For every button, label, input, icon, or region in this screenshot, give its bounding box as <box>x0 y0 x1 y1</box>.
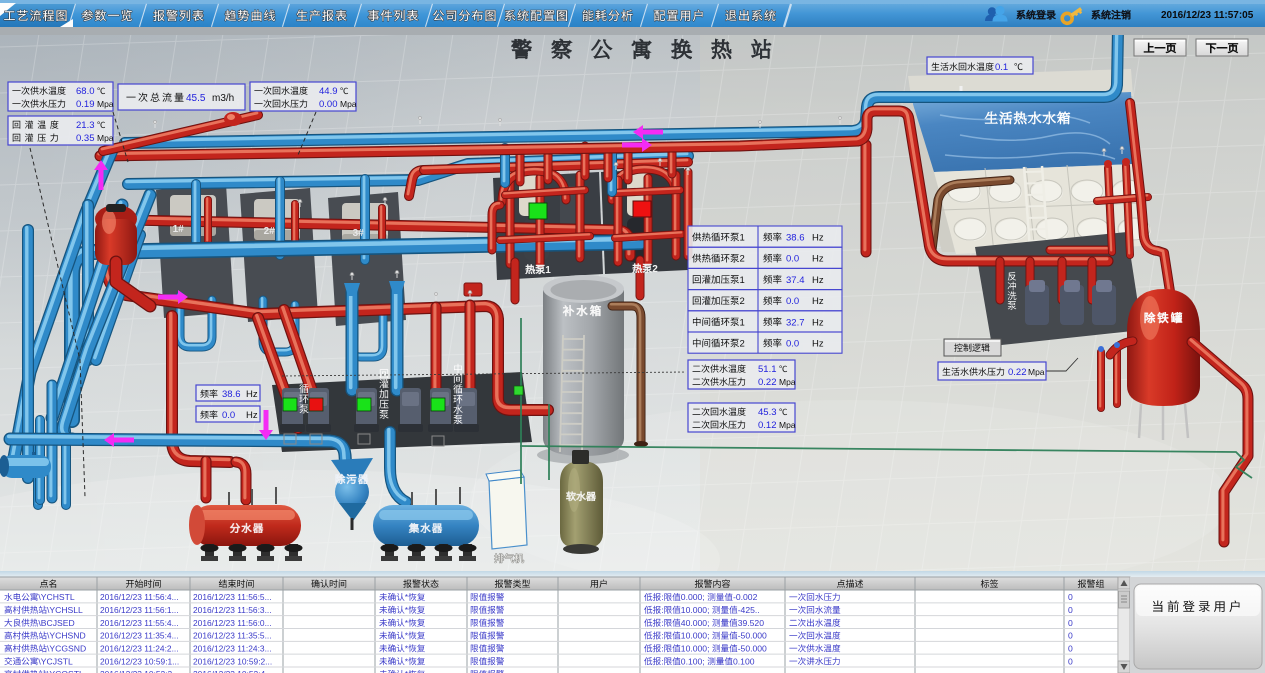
svg-text::: : <box>661 605 663 615</box>
svg-text:1#: 1# <box>173 224 185 235</box>
svg-text:0.19: 0.19 <box>76 99 95 110</box>
svg-text::: : <box>661 656 663 666</box>
svg-text:21.3: 21.3 <box>76 120 95 131</box>
svg-text:45.3: 45.3 <box>758 407 777 418</box>
svg-text::: : <box>661 592 663 602</box>
svg-text:Hz: Hz <box>812 296 824 307</box>
svg-text::: : <box>661 618 663 628</box>
svg-text:2016/12/23 11:56:0...: 2016/12/23 11:56:0... <box>193 618 272 628</box>
svg-text:-425..: -425.. <box>738 605 760 615</box>
svg-text:2016/12/23 11:35:4...: 2016/12/23 11:35:4... <box>100 631 179 641</box>
svg-text:Hz: Hz <box>812 275 824 286</box>
svg-text:Mpa: Mpa <box>779 420 796 430</box>
svg-text:1: 1 <box>740 317 745 328</box>
svg-text:0: 0 <box>1068 592 1073 602</box>
svg-text:1: 1 <box>740 233 745 244</box>
svg-text:Mpa: Mpa <box>97 99 114 109</box>
svg-text:2: 2 <box>652 264 658 275</box>
svg-text:Hz: Hz <box>246 410 258 421</box>
svg-text:Mpa: Mpa <box>340 99 357 109</box>
svg-text:2: 2 <box>740 339 745 350</box>
svg-text:2016/12/23 11:56:1...: 2016/12/23 11:56:1... <box>100 605 179 615</box>
svg-text:Mpa: Mpa <box>779 377 796 387</box>
svg-text:2016/12/23 11:55:4...: 2016/12/23 11:55:4... <box>100 618 179 628</box>
svg-text:32.7: 32.7 <box>786 317 805 328</box>
svg-text:2016/12/23 11:24:3...: 2016/12/23 11:24:3... <box>193 644 272 654</box>
svg-text:-50.000: -50.000 <box>738 631 767 641</box>
svg-text:2016/12/23 10:59:1...: 2016/12/23 10:59:1... <box>100 656 179 666</box>
svg-text:0: 0 <box>1068 631 1073 641</box>
svg-text:38.6: 38.6 <box>786 233 805 244</box>
svg-text::: : <box>661 644 663 654</box>
svg-text:1: 1 <box>740 275 745 286</box>
svg-text:Hz: Hz <box>812 317 824 328</box>
svg-text:0.00: 0.00 <box>319 99 338 110</box>
svg-text:\YCGSND: \YCGSND <box>47 644 86 654</box>
svg-text:2016/12/23 11:56:5...: 2016/12/23 11:56:5... <box>193 592 272 602</box>
svg-text:38.6: 38.6 <box>222 389 241 400</box>
svg-text:2016/12/23 10:59:2...: 2016/12/23 10:59:2... <box>193 656 272 666</box>
svg-text:10.000;: 10.000; <box>681 644 710 654</box>
svg-text:0.0: 0.0 <box>786 254 799 265</box>
svg-text:3#: 3# <box>353 228 365 239</box>
svg-text:2016/12/23 10:52:3...: 2016/12/23 10:52:3... <box>100 669 179 673</box>
svg-text:2016/12/23 11:56:4...: 2016/12/23 11:56:4... <box>100 592 179 602</box>
svg-text:0.22: 0.22 <box>758 377 777 388</box>
svg-text:0.1: 0.1 <box>995 62 1008 73</box>
svg-text:0: 0 <box>1068 618 1073 628</box>
svg-text:68.0: 68.0 <box>76 86 95 97</box>
svg-text:\YCHSND: \YCHSND <box>47 631 86 641</box>
svg-text:Hz: Hz <box>812 233 824 244</box>
svg-text:0.100;: 0.100; <box>681 656 705 666</box>
svg-text:45.5: 45.5 <box>186 93 206 104</box>
svg-text:0: 0 <box>1068 656 1073 666</box>
svg-text:0: 0 <box>1068 605 1073 615</box>
svg-text:0.0: 0.0 <box>786 296 799 307</box>
svg-text:0.100: 0.100 <box>733 656 755 666</box>
svg-text:0.35: 0.35 <box>76 133 95 144</box>
svg-text:10.000;: 10.000; <box>681 605 710 615</box>
svg-text:\YCOSTL: \YCOSTL <box>47 669 84 673</box>
svg-text:Hz: Hz <box>812 254 824 265</box>
svg-text:2: 2 <box>740 254 745 265</box>
svg-text:\YCHSTL: \YCHSTL <box>38 592 75 602</box>
svg-text:Mpa: Mpa <box>1028 367 1045 377</box>
svg-text:-0.002: -0.002 <box>733 592 758 602</box>
svg-text:40.000;: 40.000; <box>681 618 710 628</box>
svg-text:0.22: 0.22 <box>1008 367 1027 378</box>
svg-text:2#: 2# <box>264 226 276 237</box>
svg-text:Hz: Hz <box>812 339 824 350</box>
svg-text:51.1: 51.1 <box>758 364 777 375</box>
svg-text:2016/12/23 11:57:05: 2016/12/23 11:57:05 <box>1161 10 1254 21</box>
svg-text:1: 1 <box>545 265 551 276</box>
svg-text:44.9: 44.9 <box>319 86 338 97</box>
svg-text:2016/12/23 10:52:4...: 2016/12/23 10:52:4... <box>193 669 272 673</box>
svg-text:0.12: 0.12 <box>758 420 777 431</box>
svg-text:0.0: 0.0 <box>222 410 235 421</box>
svg-text:0.000;: 0.000; <box>681 592 705 602</box>
svg-text:-50.000: -50.000 <box>738 644 767 654</box>
svg-text:39.520: 39.520 <box>738 618 765 628</box>
svg-text:\YCHSLL: \YCHSLL <box>47 605 83 615</box>
svg-text:Hz: Hz <box>246 389 258 400</box>
svg-text::: : <box>661 631 663 641</box>
svg-text:2016/12/23 11:24:2...: 2016/12/23 11:24:2... <box>100 644 179 654</box>
svg-text:37.4: 37.4 <box>786 275 805 286</box>
svg-text:\BCJSED: \BCJSED <box>38 618 74 628</box>
svg-text:10.000;: 10.000; <box>681 631 710 641</box>
svg-text:2016/12/23 11:35:5...: 2016/12/23 11:35:5... <box>193 631 272 641</box>
svg-text:Mpa: Mpa <box>97 133 114 143</box>
svg-text:0.0: 0.0 <box>786 339 799 350</box>
svg-text:m3/h: m3/h <box>212 93 234 104</box>
svg-text:2016/12/23 11:56:3...: 2016/12/23 11:56:3... <box>193 605 272 615</box>
svg-text:\YCJSTL: \YCJSTL <box>38 656 73 666</box>
svg-text:2: 2 <box>740 296 745 307</box>
svg-text:0: 0 <box>1068 644 1073 654</box>
